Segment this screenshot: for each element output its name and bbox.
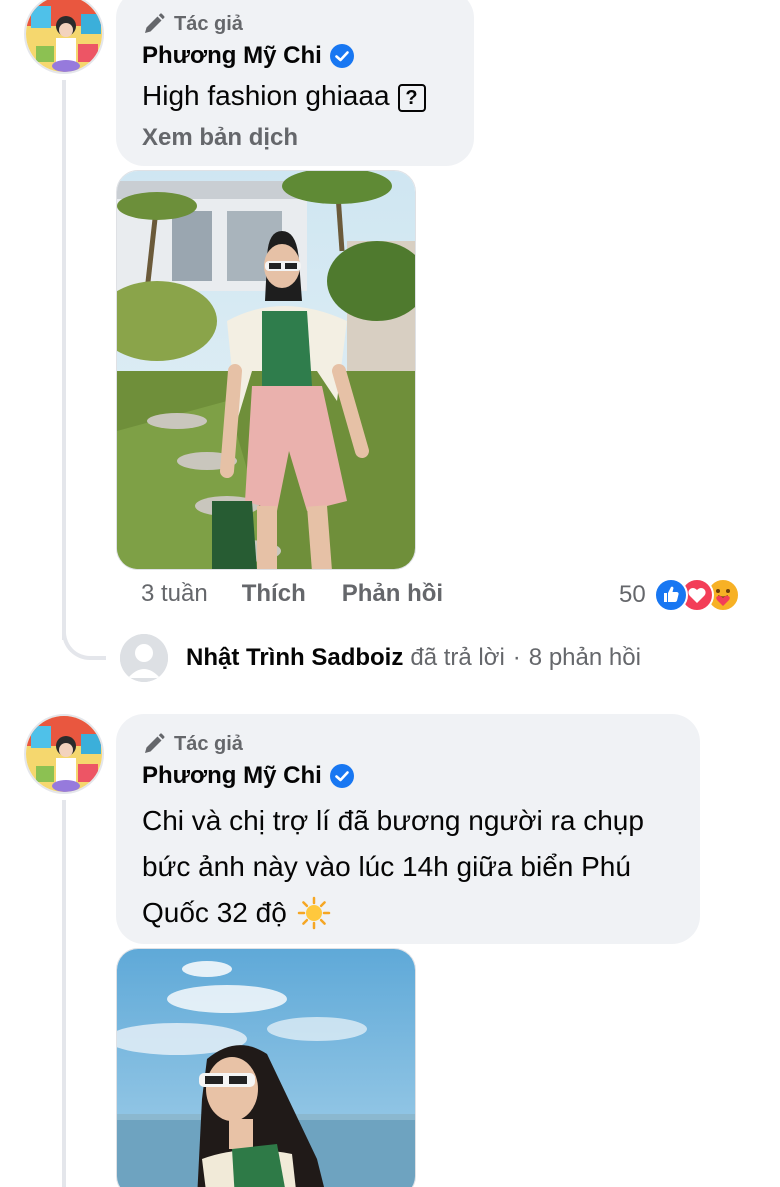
author-badge-label: Tác giả — [174, 732, 243, 755]
author-badge-label: Tác giả — [174, 12, 243, 35]
like-button[interactable]: Thích — [242, 580, 306, 608]
comment-text-line-last: Quốc 32 độ — [142, 890, 644, 936]
reply-separator: · — [512, 644, 521, 671]
verified-badge-icon — [329, 764, 354, 788]
verified-badge-icon — [329, 44, 354, 68]
comment-actions: 3 tuần Thích Phản hồi — [141, 580, 443, 608]
reaction-count: 50 — [619, 581, 646, 608]
default-avatar-icon — [120, 634, 168, 682]
pencil-icon — [145, 13, 165, 33]
thread-line-curve — [62, 620, 106, 660]
comment-text: High fashion ghiaaa? — [142, 76, 426, 116]
comment-photo[interactable] — [116, 170, 416, 570]
reaction-summary[interactable]: 50 — [619, 578, 740, 612]
reply-button[interactable]: Phản hồi — [342, 580, 443, 608]
like-icon — [653, 578, 688, 612]
author-badge: Tác giả — [142, 732, 243, 756]
reply-count: 8 phản hồi — [528, 644, 641, 671]
avatar-image — [26, 716, 102, 792]
commenter-name-text: Phương Mỹ Chi — [142, 42, 322, 69]
comment-photo[interactable] — [116, 948, 416, 1187]
commenter-name[interactable]: Phương Mỹ Chi — [142, 762, 354, 790]
comment-bubble: Tác giả Phương Mỹ Chi High fashion ghiaa… — [116, 0, 474, 166]
avatar[interactable] — [24, 714, 104, 794]
comment-text: Chi và chị trợ lí đã bương người ra chụp… — [142, 798, 644, 936]
photo-image — [117, 171, 415, 569]
commenter-name[interactable]: Phương Mỹ Chi — [142, 42, 354, 70]
replier-avatar — [120, 634, 168, 682]
reply-action-text: đã trả lời — [410, 644, 505, 671]
reply-summary[interactable]: Nhật Trình Sadboiz đã trả lời · 8 phản h… — [120, 634, 641, 682]
comment-time[interactable]: 3 tuần — [141, 580, 208, 608]
comment-bubble: Tác giả Phương Mỹ Chi Chi và chị trợ lí … — [116, 714, 700, 944]
avatar[interactable] — [24, 0, 104, 74]
comment-text-line: High fashion ghiaaa — [142, 80, 390, 111]
comment-text-line: Quốc 32 độ — [142, 897, 287, 928]
unknown-glyph: ? — [397, 83, 426, 112]
replier-name: Nhật Trình Sadboiz — [186, 644, 404, 671]
sun-emoji-icon — [297, 896, 331, 930]
avatar-image — [26, 0, 102, 72]
author-badge: Tác giả — [142, 12, 243, 36]
commenter-name-text: Phương Mỹ Chi — [142, 762, 322, 789]
thread-line — [62, 80, 66, 640]
see-translation-link[interactable]: Xem bản dịch — [142, 124, 298, 152]
pencil-icon — [145, 733, 165, 753]
thread-line-2 — [62, 800, 66, 1187]
comment-text-line: bức ảnh này vào lúc 14h giữa biển Phú — [142, 851, 631, 882]
comment-text-line: Chi và chị trợ lí đã bương người ra chụp — [142, 805, 644, 836]
photo-image — [117, 949, 415, 1187]
